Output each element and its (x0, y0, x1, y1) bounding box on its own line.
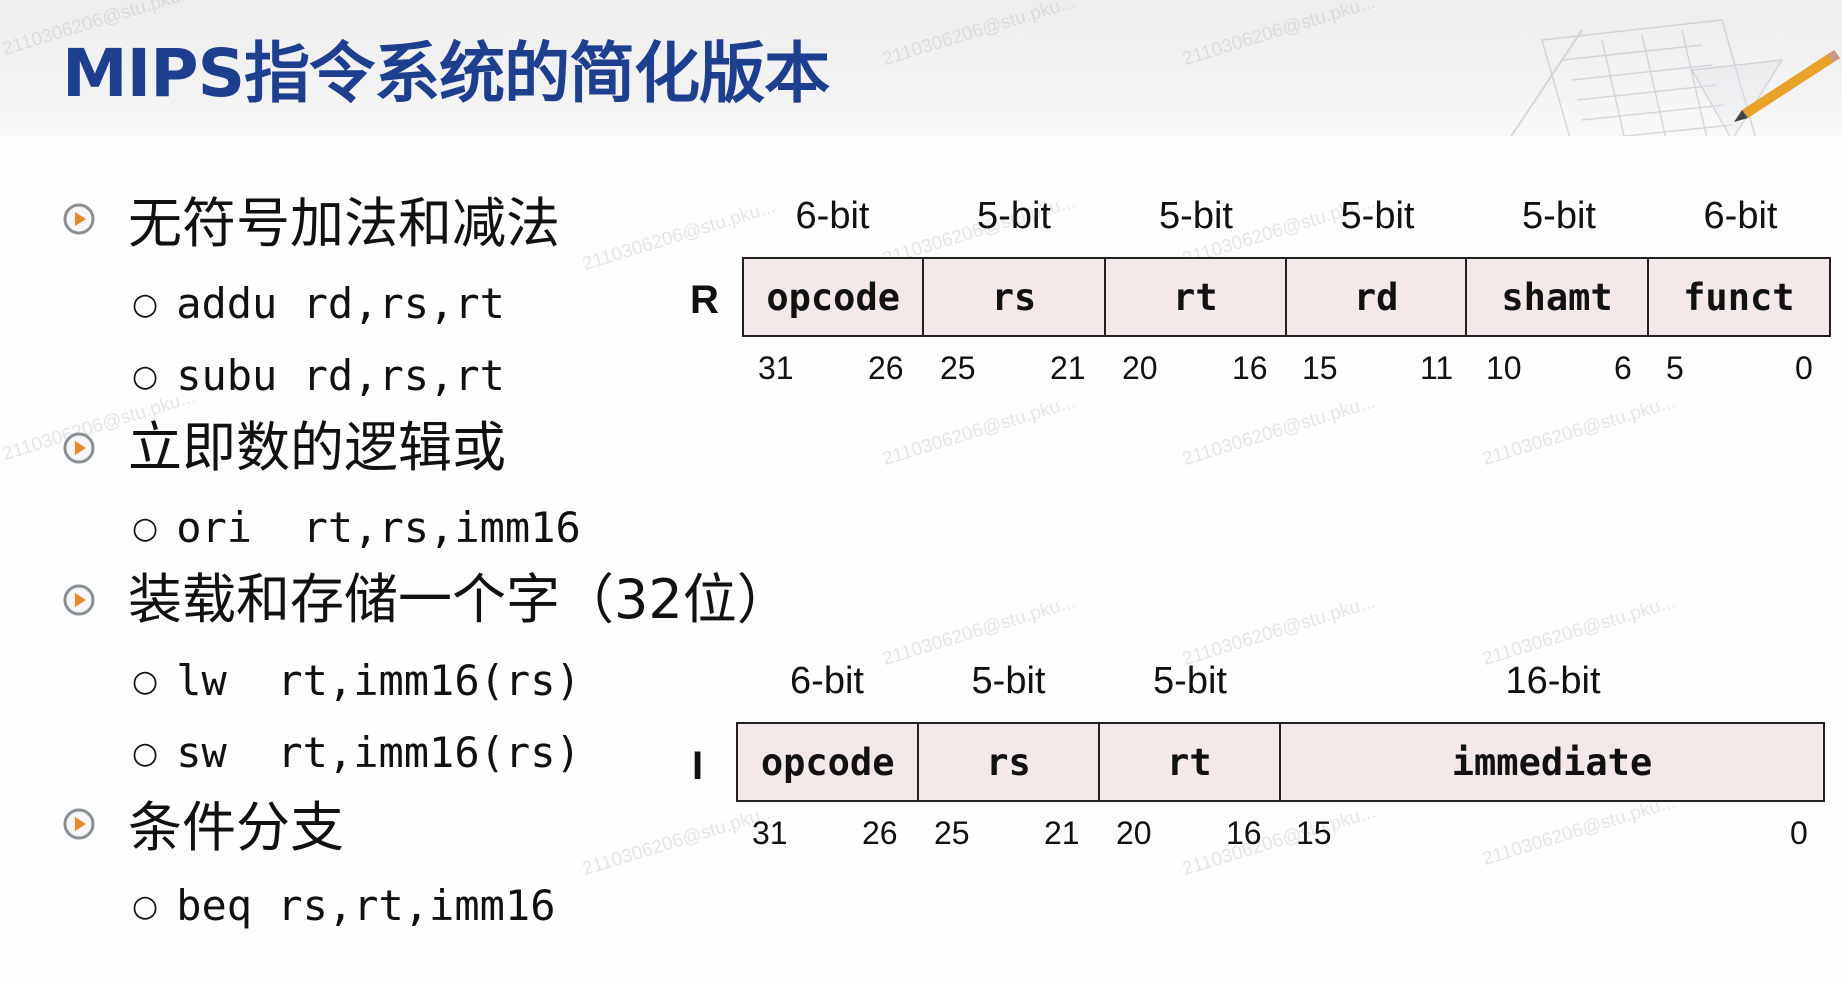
r-bits-rs: 5-bit (977, 195, 1051, 237)
i-bits-rs: 5-bit (971, 660, 1046, 702)
watermark-text: 2110306206@stu.pku... (1480, 391, 1679, 471)
instruction-item: ○ ori rt,rs,imm16 (132, 503, 581, 552)
i-bitnum-rs-hi: 25 (934, 815, 970, 851)
r-bits-shamt: 5-bit (1522, 195, 1596, 237)
r-bitnum-rd-hi: 15 (1302, 350, 1338, 386)
instruction-item: ○ sw rt,imm16(rs) (132, 728, 581, 777)
watermark-text: 2110306206@stu.pku... (1480, 791, 1679, 871)
i-bitnum-opcode-hi: 31 (752, 815, 788, 851)
r-bits-rt: 5-bit (1159, 195, 1233, 237)
r-bitnum-rt-lo: 16 (1232, 350, 1268, 386)
r-bits-funct: 6-bit (1703, 195, 1778, 237)
i-bitnum-rt-lo: 16 (1226, 815, 1262, 851)
i-bits-opcode: 6-bit (790, 660, 864, 702)
r-field-rs: rs (924, 259, 1106, 335)
section-heading-ori: 立即数的逻辑或 (128, 416, 506, 479)
r-bits-opcode: 6-bit (795, 195, 870, 237)
i-bitnum-rt-hi: 20 (1116, 815, 1152, 851)
r-bitnum-rt-hi: 20 (1122, 350, 1158, 386)
r-format-fields: opcode rs rt rd shamt funct (742, 257, 1831, 337)
r-format-letter: R (690, 278, 719, 322)
i-field-rt: rt (1100, 724, 1281, 800)
i-format-fields: opcode rs rt immediate (736, 722, 1825, 802)
r-bitnum-rd-lo: 11 (1420, 350, 1454, 386)
r-bitnum-rs-lo: 21 (1050, 350, 1086, 386)
play-bullet-icon (63, 432, 95, 464)
r-field-shamt: shamt (1467, 259, 1649, 335)
instruction-item: ○ beq rs,rt,imm16 (132, 881, 556, 930)
i-bitnum-opcode-lo: 26 (862, 815, 898, 851)
r-field-rd: rd (1287, 259, 1468, 335)
r-field-rt: rt (1106, 259, 1287, 335)
instruction-item: ○ subu rd,rs,rt (132, 351, 505, 400)
slide-title: MIPS指令系统的简化版本 (62, 35, 830, 112)
instruction-item: ○ lw rt,imm16(rs) (132, 656, 581, 705)
header-band: MIPS指令系统的简化版本 (0, 0, 1842, 136)
watermark-text: 2110306206@stu.pku... (880, 391, 1079, 471)
i-field-opcode: opcode (738, 724, 920, 800)
section-heading-load-store: 装载和存储一个字（32位） (128, 568, 791, 631)
play-bullet-icon (63, 584, 95, 616)
i-field-immediate: immediate (1451, 740, 1653, 784)
r-bitnum-funct-lo: 0 (1795, 350, 1813, 386)
instruction-item: ○ addu rd,rs,rt (132, 279, 505, 328)
r-field-funct: funct (1683, 275, 1795, 319)
play-bullet-icon (63, 203, 95, 235)
r-bitnum-funct-hi: 5 (1666, 350, 1684, 386)
section-heading-branch: 条件分支 (128, 796, 344, 859)
i-bits-rt: 5-bit (1153, 660, 1227, 702)
watermark-text: 2110306206@stu.pku... (1180, 391, 1379, 471)
drafting-tools-illustration (1510, 19, 1840, 136)
i-field-rs: rs (919, 724, 1100, 800)
r-field-opcode: opcode (744, 259, 925, 335)
i-format-letter: I (692, 744, 704, 788)
section-heading-unsigned-add-sub: 无符号加法和减法 (128, 192, 560, 255)
i-bits-immediate: 16-bit (1505, 660, 1601, 702)
watermark-text: 2110306206@stu.pku... (580, 801, 779, 881)
r-bitnum-opcode-lo: 26 (868, 350, 904, 386)
play-bullet-icon (63, 808, 95, 840)
watermark-text: 2110306206@stu.pku... (1180, 801, 1379, 881)
r-bitnum-rs-hi: 25 (940, 350, 976, 386)
i-bitnum-immediate-lo: 0 (1790, 815, 1808, 851)
i-bitnum-rs-lo: 21 (1044, 815, 1080, 851)
r-bitnum-shamt-hi: 10 (1486, 350, 1522, 386)
r-bitnum-shamt-lo: 6 (1614, 350, 1632, 386)
r-bitnum-opcode-hi: 31 (758, 350, 794, 386)
i-bitnum-immediate-hi: 15 (1296, 815, 1332, 851)
r-bits-rd: 5-bit (1340, 195, 1415, 237)
